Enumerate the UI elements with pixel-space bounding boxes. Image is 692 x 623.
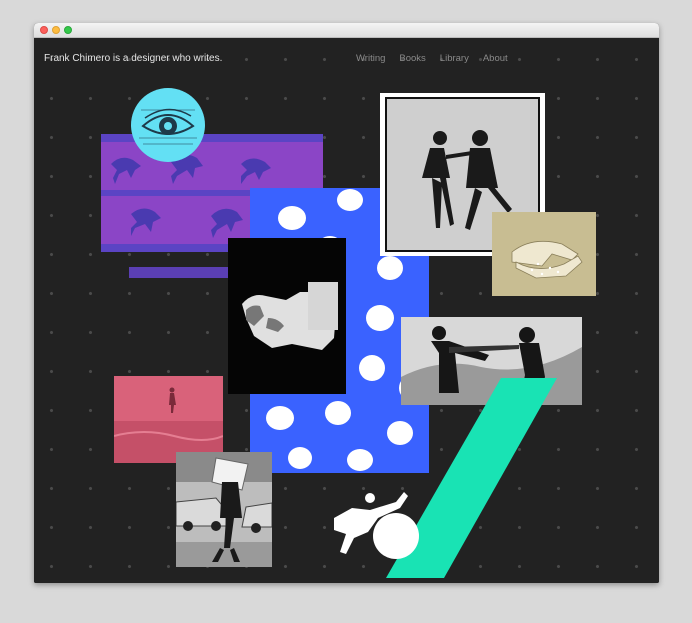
pink-beach-photo[interactable] <box>114 376 223 463</box>
minimize-window-button[interactable] <box>52 26 60 34</box>
main-nav: Writing Books Library About <box>356 53 508 64</box>
sculpture-head-photo[interactable] <box>228 238 346 394</box>
nav-library[interactable]: Library <box>440 53 469 64</box>
page-content: Frank Chimero is a designer who writes. … <box>34 38 659 583</box>
street-photo[interactable] <box>176 452 272 567</box>
site-title[interactable]: Frank Chimero is a designer who writes. <box>44 53 222 64</box>
close-window-button[interactable] <box>40 26 48 34</box>
browser-window: Frank Chimero is a designer who writes. … <box>34 23 659 583</box>
eye-engraving[interactable] <box>131 88 205 162</box>
zoom-window-button[interactable] <box>64 26 72 34</box>
nav-about[interactable]: About <box>483 53 508 64</box>
window-titlebar <box>34 23 659 38</box>
white-figure-silhouette <box>326 488 422 564</box>
hands-photo[interactable] <box>492 212 596 296</box>
nav-books[interactable]: Books <box>399 53 425 64</box>
nav-writing[interactable]: Writing <box>356 53 385 64</box>
